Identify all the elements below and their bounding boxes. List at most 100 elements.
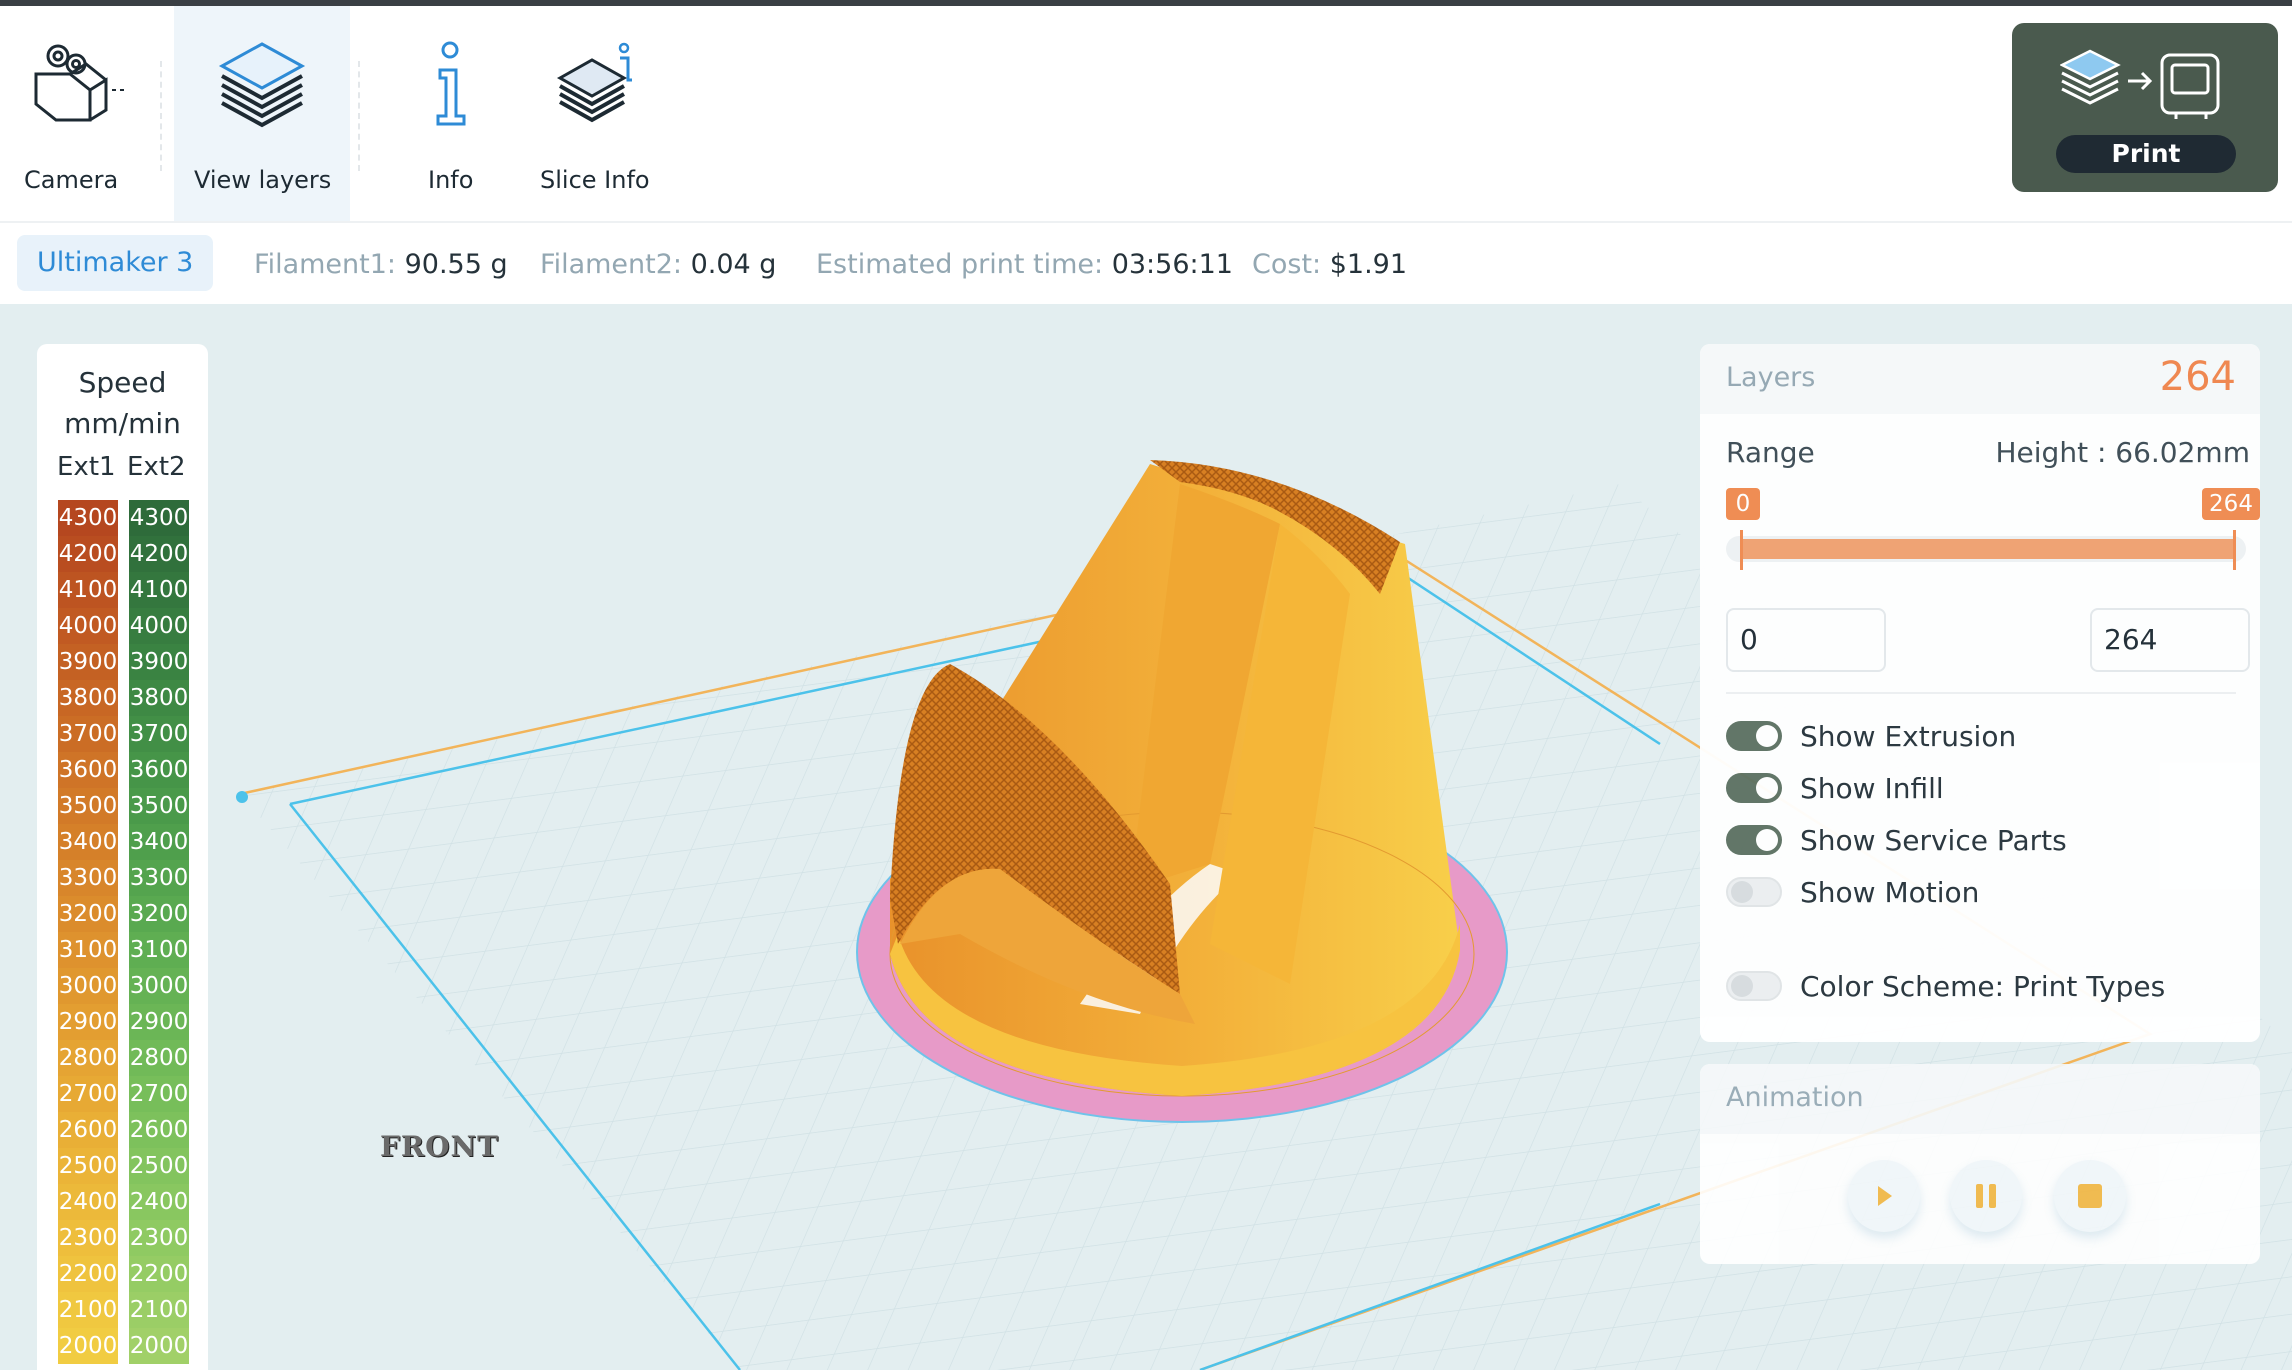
slider-max-line [2233,530,2236,570]
legend-ext1-value: 4200 [58,536,118,572]
pause-icon [1976,1184,1996,1208]
legend-ext1-value: 3300 [58,860,118,896]
legend-ext1-scale: 4300 4200 4100 4000 3900 3800 3700 3600 3500 3400… [58,500,118,1364]
filament1-stat: Filament1: 90.55 g [254,223,508,306]
tool-view-layers-label: View layers [194,166,332,194]
legend-ext2-value: 2300 [129,1220,189,1256]
legend-ext1-value: 4000 [58,608,118,644]
legend-ext2-header: Ext2 [127,452,186,482]
legend-ext1-value: 4100 [58,572,118,608]
cost-key: Cost: [1252,249,1322,280]
print-button[interactable]: Print [2012,23,2278,192]
slice-info-icon [552,34,642,138]
filament1-value: 90.55 g [404,249,508,280]
separator [160,61,162,171]
play-button[interactable] [1848,1160,1920,1232]
print-time-key: Estimated print time: [816,249,1104,280]
toggle-switch[interactable] [1726,773,1782,803]
legend-ext1-value: 3200 [58,896,118,932]
legend-ext1-value: 2900 [58,1004,118,1040]
legend-ext2-value: 2900 [129,1004,189,1040]
stop-button[interactable] [2054,1160,2126,1232]
slider-min-handle[interactable]: 0 [1726,488,1760,520]
legend-ext2-value: 4200 [129,536,189,572]
legend-ext1-value: 2400 [58,1184,118,1220]
toggle-show-service-parts[interactable]: Show Service Parts [1726,822,2067,858]
layer-range-fill [1740,539,2236,559]
legend-ext1-header: Ext1 [57,452,116,482]
layers-panel-header: Layers 264 [1700,344,2260,414]
cost-value: $1.91 [1329,249,1408,280]
legend-ext2-scale: 4300 4200 4100 4000 3900 3800 3700 3600 3500 3400… [129,500,189,1364]
legend-ext2-value: 2400 [129,1184,189,1220]
toggle-show-extrusion[interactable]: Show Extrusion [1726,718,2016,754]
legend-ext1-value: 2600 [58,1112,118,1148]
legend-ext2-value: 3000 [129,968,189,1004]
toggle-switch[interactable] [1726,971,1782,1001]
legend-ext1-value: 3800 [58,680,118,716]
legend-ext1-value: 2100 [58,1292,118,1328]
legend-ext1-value: 3100 [58,932,118,968]
play-icon [1878,1186,1892,1206]
legend-ext2-value: 4000 [129,608,189,644]
legend-ext2-value: 2000 [129,1328,189,1364]
toggle-show-motion[interactable]: Show Motion [1726,874,1979,910]
tool-info[interactable]: Info [376,6,524,221]
tool-camera[interactable]: Camera [0,6,160,221]
legend-ext2-value: 3900 [129,644,189,680]
tool-info-label: Info [428,166,474,194]
legend-ext2-value: 3200 [129,896,189,932]
filament2-stat: Filament2: 0.04 g [540,223,776,306]
layers-panel: Layers 264 Range Height : 66.02mm 0 264 … [1700,344,2260,1042]
tool-view-layers[interactable]: View layers [174,6,350,221]
filament2-key: Filament2: [540,249,683,280]
legend-ext1-value: 3000 [58,968,118,1004]
panel-divider [1726,692,2236,694]
legend-ext2-value: 4300 [129,500,189,536]
legend-ext1-value: 3600 [58,752,118,788]
stop-icon [2078,1184,2102,1208]
toggle-color-scheme[interactable]: Color Scheme: Print Types [1726,968,2165,1004]
toggle-switch[interactable] [1726,825,1782,855]
range-label: Range [1726,436,1815,469]
toggle-switch[interactable] [1726,877,1782,907]
legend-ext2-value: 3500 [129,788,189,824]
legend-title-line2: mm/min [64,407,181,440]
layer-max-input[interactable]: 264 [2090,608,2250,672]
print-label: Print [2056,135,2236,173]
legend-ext2-value: 3400 [129,824,189,860]
animation-title: Animation [1726,1082,1864,1113]
legend-ext2-value: 2800 [129,1040,189,1076]
toggle-label: Color Scheme: Print Types [1800,969,2166,1003]
legend-ext2-value: 4100 [129,572,189,608]
legend-ext2-value: 2700 [129,1076,189,1112]
legend-ext2-value: 2600 [129,1112,189,1148]
tool-slice-info[interactable]: Slice Info [524,6,664,221]
legend-ext1-value: 3900 [58,644,118,680]
filament1-key: Filament1: [254,249,397,280]
toolbar: Camera View layers Info Slice Info Print [0,6,2292,221]
slice-to-printer-icon [2059,45,2230,129]
slider-max-handle[interactable]: 264 [2202,488,2260,520]
toggle-label: Show Motion [1800,875,1980,909]
print-time-stat: Estimated print time: 03:56:11 [816,223,1233,306]
print-time-value: 03:56:11 [1111,249,1233,280]
legend-ext2-value: 3800 [129,680,189,716]
toggle-show-infill[interactable]: Show Infill [1726,770,1944,806]
legend-ext1-value: 2800 [58,1040,118,1076]
legend-ext1-value: 3700 [58,716,118,752]
toggle-label: Show Extrusion [1800,719,2017,753]
legend-ext1-value: 2200 [58,1256,118,1292]
camera-icon [28,34,128,138]
legend-ext1-value: 2300 [58,1220,118,1256]
toggle-switch[interactable] [1726,721,1782,751]
legend-ext2-value: 2200 [129,1256,189,1292]
info-icon [420,34,480,138]
toggle-label: Show Infill [1800,771,1944,805]
legend-ext2-value: 3100 [129,932,189,968]
printer-selector[interactable]: Ultimaker 3 [17,235,214,291]
pause-button[interactable] [1950,1160,2022,1232]
animation-panel-header: Animation [1700,1064,2260,1134]
layer-min-input[interactable]: 0 [1726,608,1886,672]
legend-ext2-value: 3300 [129,860,189,896]
